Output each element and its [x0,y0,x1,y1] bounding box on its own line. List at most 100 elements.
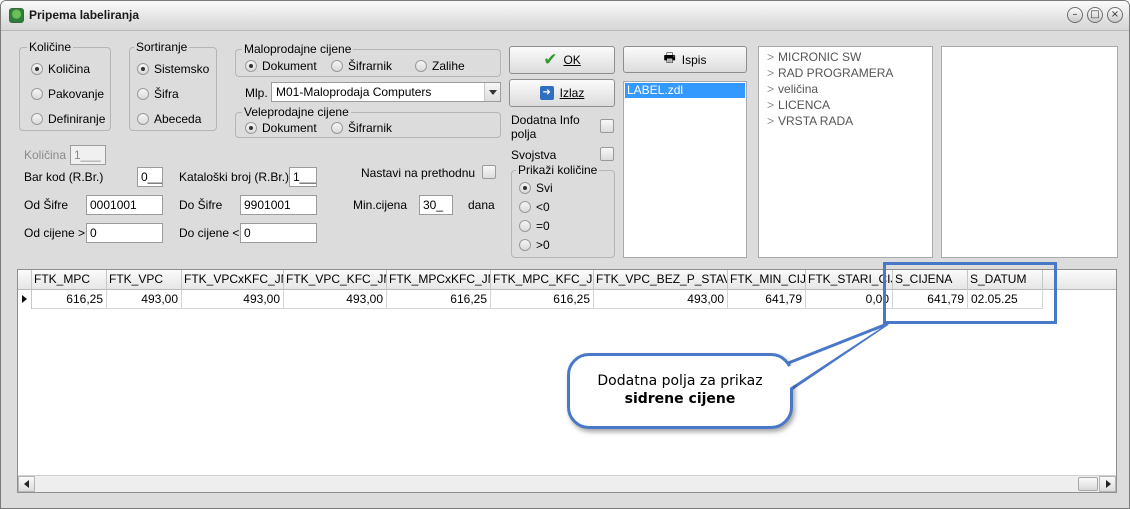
row-indicator[interactable] [18,290,32,309]
table-cell[interactable]: 493,00 [107,290,182,309]
radio-mp-sifrarnik[interactable]: Šifrarnik [331,59,392,73]
radio-pakovanje[interactable]: Pakovanje [31,87,104,101]
radio-dot [31,88,43,100]
ispis-button[interactable]: 🖶 Ispis [623,46,747,73]
radio-label: Šifrarnik [348,121,393,135]
radio-dot [519,220,531,232]
tree-item-label: RAD PROGRAMERA [778,66,894,80]
annotation-callout: Dodatna polja za prikaz sidrene cijene [567,353,793,429]
dodatna-info-line2: polja [511,127,537,141]
tree-item[interactable]: > MICRONIC SW [767,50,861,64]
column-header[interactable]: FTK_MPCxKFC_JM [387,270,491,290]
chevron-down-icon[interactable] [484,83,500,101]
exit-icon: ➜ [539,86,554,100]
od-sifre-label: Od Šifre [24,198,69,212]
table-cell[interactable]: 0,00 [806,290,893,309]
radio-sifra[interactable]: Šifra [137,87,179,101]
table-cell[interactable]: 493,00 [284,290,387,309]
mlp-select[interactable]: M01-Maloprodaja Computers [271,82,501,102]
horizontal-scrollbar[interactable] [18,475,1116,492]
detail-panel[interactable] [941,46,1118,258]
dodatna-info-checkbox[interactable] [600,119,614,133]
maximize-icon[interactable]: □ [1087,7,1103,23]
tree-item-label: LICENCA [778,98,831,112]
dodatna-info-line1: Dodatna Info [511,113,580,127]
od-cijene-input[interactable]: 0 [86,223,163,243]
column-header[interactable]: FTK_STARI_CIJ [806,270,893,290]
column-header[interactable]: FTK_MPC_KFC_JM [491,270,594,290]
property-tree[interactable]: > MICRONIC SW > RAD PROGRAMERA > veličina >… [758,46,933,258]
min-cijena-input[interactable]: 30_ [419,195,453,215]
radio-dot [245,60,257,72]
nastavi-label: Nastavi na prethodnu [361,166,476,180]
prikazi-kolicine-legend: Prikaži količine [516,163,600,177]
barkod-label: Bar kod (R.Br.) [24,170,104,184]
column-header[interactable]: FTK_VPC [107,270,182,290]
label-list[interactable]: LABEL.zdl [623,81,747,258]
od-sifre-input[interactable]: 0001001 [86,195,163,215]
callout-line2: sidrene cijene [624,391,736,407]
table-cell[interactable]: 616,25 [491,290,594,309]
radio-vp-sifrarnik[interactable]: Šifrarnik [331,121,392,135]
table-cell[interactable]: 641,79 [728,290,806,309]
radio-label: Pakovanje [48,87,105,101]
do-cijene-input[interactable]: 0 [240,223,317,243]
izlaz-label: Izlaz [559,86,585,100]
tree-item[interactable]: > RAD PROGRAMERA [767,66,893,80]
radio-dot [137,88,149,100]
highlight-box [883,262,1057,324]
kolicina-input[interactable]: 1___ [70,145,106,165]
radio-svi[interactable]: Svi [519,181,553,195]
radio-kolicina[interactable]: Količina [31,62,90,76]
radio-gt0[interactable]: >0 [519,238,550,252]
checkmark-icon: ✔ [543,50,558,70]
svojstva-checkbox[interactable] [600,147,614,161]
radio-mp-dokument[interactable]: Dokument [245,59,317,73]
dodatna-info-label: Dodatna Info polja [511,113,580,141]
katbroj-input[interactable]: 1___ [289,167,317,187]
table-cell[interactable]: 616,25 [32,290,107,309]
table-cell[interactable]: 493,00 [594,290,728,309]
radio-mp-zalihe[interactable]: Zalihe [415,59,465,73]
izlaz-button[interactable]: ➜ Izlaz [509,79,615,107]
radio-eq0[interactable]: =0 [519,219,550,233]
radio-dot [331,122,343,134]
scroll-thumb[interactable] [1078,477,1098,491]
radio-label: Svi [536,181,553,195]
radio-sistemsko[interactable]: Sistemsko [137,62,209,76]
tree-item[interactable]: > LICENCA [767,98,830,112]
scroll-right-icon[interactable] [1099,476,1116,492]
ok-label: OK [563,53,581,67]
tree-item[interactable]: > VRSTA RADA [767,114,853,128]
nastavi-checkbox[interactable] [482,165,496,179]
radio-lt0[interactable]: <0 [519,200,550,214]
barkod-input[interactable]: 0___ [137,167,163,187]
radio-dot [137,113,149,125]
close-icon[interactable]: × [1107,7,1123,23]
min-cijena-label: Min.cijena [353,198,408,212]
radio-dot [519,182,531,194]
callout-line1: Dodatna polja za prikaz [597,373,763,389]
svojstva-label: Svojstva [511,148,557,162]
column-header[interactable]: FTK_VPC_KFC_JM [284,270,387,290]
ok-button[interactable]: ✔ OK [509,46,615,74]
do-sifre-input[interactable]: 9901001 [240,195,317,215]
column-header[interactable]: FTK_VPCxKFC_JM [182,270,284,290]
column-header[interactable]: FTK_VPC_BEZ_P_STAV [594,270,728,290]
do-cijene-label: Do cijene < [179,226,240,240]
scroll-left-icon[interactable] [18,476,35,492]
window-title: Pripema labeliranja [29,8,140,22]
radio-vp-dokument[interactable]: Dokument [245,121,317,135]
radio-definiranje[interactable]: Definiranje [31,112,105,126]
column-header[interactable]: FTK_MIN_CIJ [728,270,806,290]
minimize-icon[interactable]: – [1067,7,1083,23]
radio-label: Šifrarnik [348,59,393,73]
table-cell[interactable]: 493,00 [182,290,284,309]
column-header[interactable]: FTK_MPC [32,270,107,290]
tree-item[interactable]: > veličina [767,82,818,96]
radio-abeceda[interactable]: Abeceda [137,112,201,126]
chevron-right-icon: > [767,66,775,80]
list-item[interactable]: LABEL.zdl [625,83,745,98]
kolicine-legend: Količine [27,40,74,54]
table-cell[interactable]: 616,25 [387,290,491,309]
